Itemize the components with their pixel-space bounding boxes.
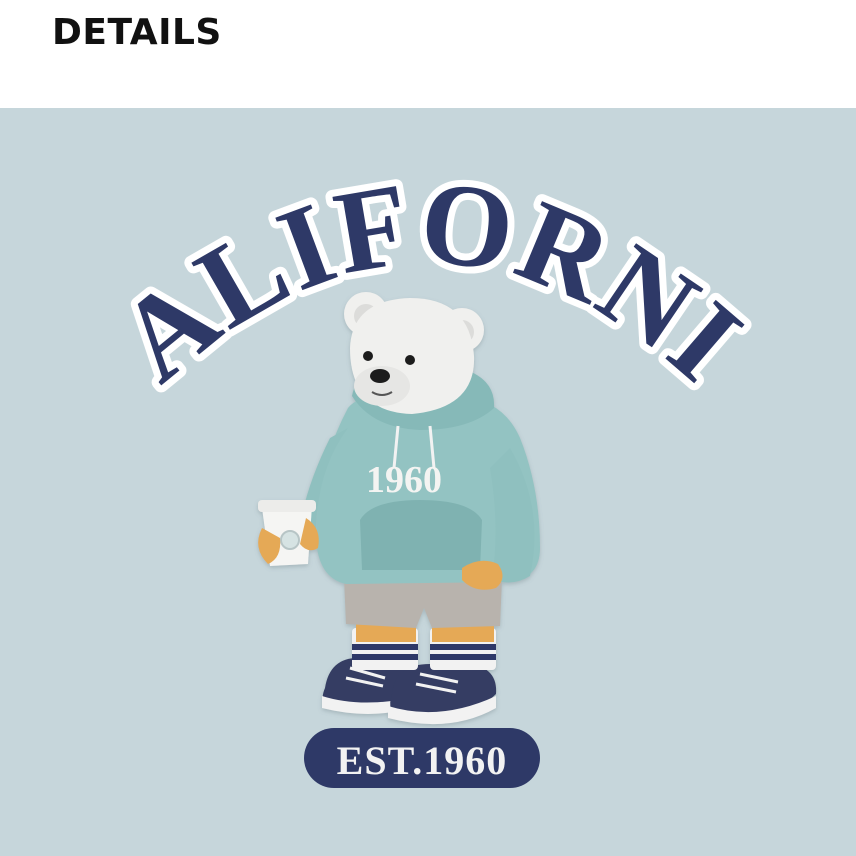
bear-illustration: 1960 bbox=[258, 292, 540, 725]
product-detail-photo: CALIFORNIA CALIFORNIA bbox=[0, 108, 856, 856]
hoodie-print-text: 1960 bbox=[366, 459, 442, 501]
header: DETAILS bbox=[0, 0, 856, 108]
tshirt-print-graphic: CALIFORNIA CALIFORNIA bbox=[0, 108, 772, 788]
badge-text: EST.1960 bbox=[337, 738, 508, 783]
header-title: DETAILS bbox=[52, 12, 222, 53]
est-badge: EST.1960 bbox=[304, 728, 540, 788]
